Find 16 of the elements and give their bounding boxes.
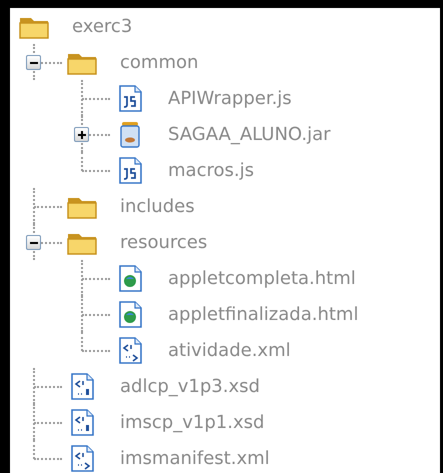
collapse-toggle[interactable]: [26, 55, 41, 70]
tree-item-label[interactable]: appletfinalizada.html: [168, 300, 358, 328]
tree-item-label[interactable]: common: [120, 48, 198, 76]
tree-item-label[interactable]: appletcompleta.html: [168, 264, 356, 292]
tree-item-label[interactable]: SAGAA_ALUNO.jar: [168, 120, 331, 148]
tree-item-label[interactable]: imsmanifest.xml: [120, 444, 270, 472]
tree-item-label[interactable]: APIWrapper.js: [168, 84, 292, 112]
tree-item-label[interactable]: adlcp_v1p3.xsd: [120, 372, 260, 400]
tree-item-label[interactable]: exerc3: [72, 12, 132, 40]
tree-item-label[interactable]: includes: [120, 192, 195, 220]
collapse-toggle[interactable]: [26, 235, 41, 250]
expand-toggle[interactable]: [74, 127, 89, 142]
tree-item-label[interactable]: imscp_v1p1.xsd: [120, 408, 264, 436]
tree-item-label[interactable]: macros.js: [168, 156, 254, 184]
tree-item-label[interactable]: resources: [120, 228, 208, 256]
tree-item-label[interactable]: atividade.xml: [168, 336, 291, 364]
